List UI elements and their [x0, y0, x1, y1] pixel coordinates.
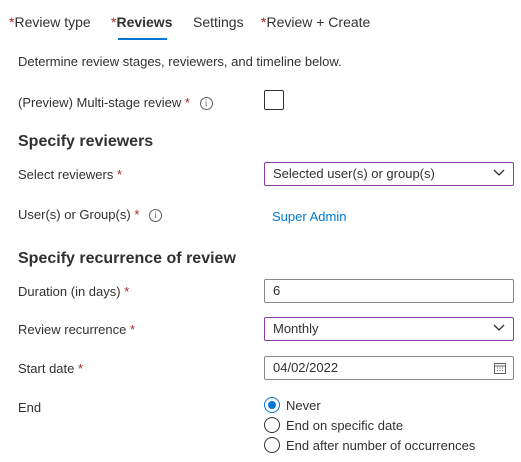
- radio-label: End on specific date: [286, 417, 404, 433]
- tab-settings[interactable]: Settings: [193, 14, 244, 30]
- chevron-down-icon: [493, 169, 505, 176]
- radio-button[interactable]: [264, 437, 280, 453]
- duration-label-row: Duration (in days) *: [18, 284, 129, 299]
- recurrence-label-row: Review recurrence *: [18, 322, 135, 337]
- radio-label: End after number of occurrences: [286, 437, 476, 453]
- start-date-label-row: Start date *: [18, 361, 83, 376]
- select-reviewers-dropdown[interactable]: Selected user(s) or group(s): [264, 162, 514, 186]
- tab-review-create[interactable]: *Review + Create: [261, 14, 370, 30]
- start-date-input[interactable]: 04/02/2022: [264, 356, 514, 380]
- review-recurrence-dropdown[interactable]: Monthly: [264, 317, 514, 341]
- tab-review-type[interactable]: *Review type: [9, 14, 91, 30]
- end-option-specific-date[interactable]: End on specific date: [264, 416, 403, 434]
- tab-label: Settings: [193, 14, 244, 30]
- radio-label: Never: [286, 397, 321, 413]
- super-admin-link[interactable]: Super Admin: [272, 209, 346, 224]
- start-date-value: 04/02/2022: [273, 360, 339, 375]
- multistage-label: (Preview) Multi-stage review: [18, 95, 182, 110]
- radio-button[interactable]: [264, 417, 280, 433]
- required-marker: *: [78, 361, 84, 376]
- section-heading-reviewers: Specify reviewers: [18, 133, 154, 150]
- duration-label: Duration (in days): [18, 284, 121, 299]
- users-groups-label-row: User(s) or Group(s) * i: [18, 207, 162, 223]
- multistage-checkbox[interactable]: [264, 90, 284, 110]
- select-reviewers-label-row: Select reviewers *: [18, 167, 122, 182]
- end-label: End: [18, 400, 42, 415]
- tab-label: Review + Create: [266, 14, 371, 30]
- end-option-never[interactable]: Never: [264, 396, 321, 414]
- required-marker: *: [134, 207, 140, 222]
- section-heading-recurrence: Specify recurrence of review: [18, 250, 236, 267]
- review-recurrence-value: Monthly: [273, 321, 319, 336]
- start-date-label: Start date: [18, 361, 75, 376]
- tab-label: Reviews: [116, 14, 173, 30]
- active-tab-indicator: [118, 38, 167, 40]
- chevron-down-icon: [493, 324, 505, 331]
- required-marker: *: [184, 95, 190, 110]
- calendar-icon[interactable]: [494, 362, 506, 374]
- required-marker: *: [117, 167, 123, 182]
- review-recurrence-label: Review recurrence: [18, 322, 127, 337]
- required-marker: *: [124, 284, 130, 299]
- tab-label: Review type: [14, 14, 91, 30]
- multistage-label-row: (Preview) Multi-stage review * i: [18, 95, 213, 111]
- select-reviewers-label: Select reviewers: [18, 167, 114, 182]
- end-option-occurrences[interactable]: End after number of occurrences: [264, 436, 475, 454]
- radio-button[interactable]: [264, 397, 280, 413]
- info-icon[interactable]: i: [199, 97, 213, 111]
- duration-input[interactable]: 6: [264, 279, 514, 303]
- required-marker: *: [130, 322, 136, 337]
- info-icon[interactable]: i: [149, 209, 162, 223]
- select-reviewers-value: Selected user(s) or group(s): [273, 166, 435, 181]
- users-groups-label: User(s) or Group(s): [18, 207, 131, 222]
- duration-value: 6: [273, 283, 281, 298]
- page-description: Determine review stages, reviewers, and …: [18, 54, 342, 69]
- tab-reviews[interactable]: *Reviews: [111, 14, 173, 30]
